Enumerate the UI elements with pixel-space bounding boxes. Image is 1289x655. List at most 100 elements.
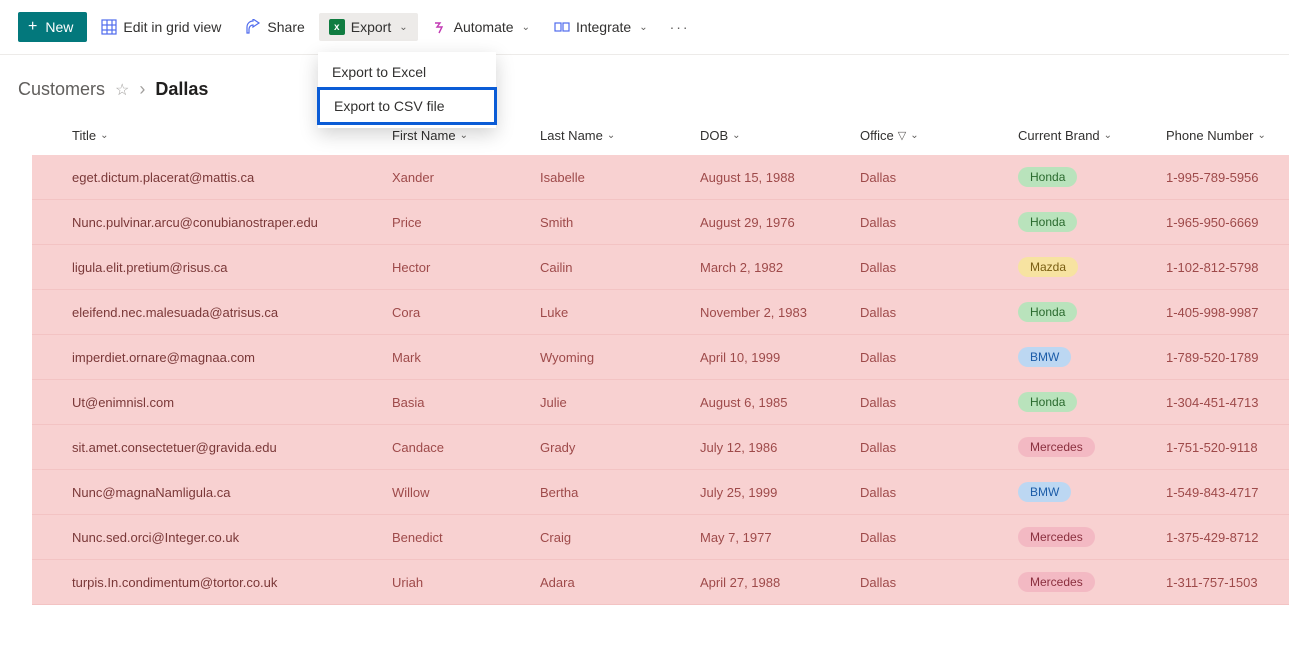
- cell-title[interactable]: Nunc.sed.orci@Integer.co.uk: [72, 530, 392, 545]
- table-row[interactable]: Ut@enimnisl.comBasiaJulieAugust 6, 1985D…: [32, 380, 1289, 425]
- breadcrumb-current: Dallas: [155, 79, 208, 100]
- table-row[interactable]: eget.dictum.placerat@mattis.caXanderIsab…: [32, 155, 1289, 200]
- brand-pill: Honda: [1018, 212, 1077, 232]
- integrate-button[interactable]: Integrate ⌄: [544, 13, 658, 41]
- cell-dob: August 6, 1985: [700, 395, 860, 410]
- chevron-down-icon: ⌄: [100, 130, 108, 141]
- cell-phone: 1-311-757-1503: [1166, 575, 1289, 590]
- cell-brand: BMW: [1018, 482, 1166, 502]
- cell-title[interactable]: imperdiet.ornare@magnaa.com: [72, 350, 392, 365]
- edit-grid-view-button[interactable]: Edit in grid view: [91, 13, 231, 41]
- cell-title[interactable]: eget.dictum.placerat@mattis.ca: [72, 170, 392, 185]
- cell-title[interactable]: sit.amet.consectetuer@gravida.edu: [72, 440, 392, 455]
- col-header-office[interactable]: Office ▽ ⌄: [860, 128, 1018, 143]
- cell-first-name: Uriah: [392, 575, 540, 590]
- col-header-first-name[interactable]: First Name⌄: [392, 128, 540, 143]
- cell-last-name: Wyoming: [540, 350, 700, 365]
- cell-brand: Honda: [1018, 302, 1166, 322]
- star-icon[interactable]: ☆: [115, 80, 129, 100]
- cell-brand: Mazda: [1018, 257, 1166, 277]
- automate-label: Automate: [454, 19, 514, 35]
- cell-phone: 1-549-843-4717: [1166, 485, 1289, 500]
- table-row[interactable]: imperdiet.ornare@magnaa.comMarkWyomingAp…: [32, 335, 1289, 380]
- cell-phone: 1-405-998-9987: [1166, 305, 1289, 320]
- table-row[interactable]: sit.amet.consectetuer@gravida.eduCandace…: [32, 425, 1289, 470]
- cell-last-name: Smith: [540, 215, 700, 230]
- brand-pill: Honda: [1018, 392, 1077, 412]
- overflow-button[interactable]: ···: [662, 19, 698, 35]
- export-to-excel-item[interactable]: Export to Excel: [318, 56, 496, 88]
- automate-button[interactable]: Automate ⌄: [422, 13, 540, 41]
- table-row[interactable]: ligula.elit.pretium@risus.caHectorCailin…: [32, 245, 1289, 290]
- cell-brand: Honda: [1018, 392, 1166, 412]
- plus-icon: +: [28, 19, 37, 35]
- share-button[interactable]: Share: [235, 13, 314, 41]
- cell-phone: 1-789-520-1789: [1166, 350, 1289, 365]
- cell-dob: July 25, 1999: [700, 485, 860, 500]
- cell-dob: April 27, 1988: [700, 575, 860, 590]
- flow-icon: [432, 19, 448, 35]
- col-header-last-name[interactable]: Last Name⌄: [540, 128, 700, 143]
- cell-brand: BMW: [1018, 347, 1166, 367]
- cell-phone: 1-304-451-4713: [1166, 395, 1289, 410]
- export-to-csv-item[interactable]: Export to CSV file: [317, 87, 497, 125]
- grid-header: Title⌄ First Name⌄ Last Name⌄ DOB⌄ Offic…: [32, 118, 1289, 155]
- cell-brand: Mercedes: [1018, 437, 1166, 457]
- chevron-down-icon: ⌄: [607, 130, 615, 141]
- table-row[interactable]: Nunc.pulvinar.arcu@conubianostraper.eduP…: [32, 200, 1289, 245]
- cell-title[interactable]: Nunc@magnaNamligula.ca: [72, 485, 392, 500]
- cell-phone: 1-102-812-5798: [1166, 260, 1289, 275]
- col-header-phone[interactable]: Phone Number⌄: [1166, 128, 1289, 143]
- cell-last-name: Bertha: [540, 485, 700, 500]
- cell-office: Dallas: [860, 530, 1018, 545]
- cell-office: Dallas: [860, 395, 1018, 410]
- brand-pill: Honda: [1018, 167, 1077, 187]
- table-row[interactable]: Nunc@magnaNamligula.caWillowBerthaJuly 2…: [32, 470, 1289, 515]
- brand-pill: Mazda: [1018, 257, 1078, 277]
- export-label: Export: [351, 19, 391, 35]
- cell-office: Dallas: [860, 305, 1018, 320]
- share-label: Share: [267, 19, 304, 35]
- edit-grid-label: Edit in grid view: [123, 19, 221, 35]
- table-row[interactable]: turpis.In.condimentum@tortor.co.ukUriah A…: [32, 560, 1289, 605]
- cell-brand: Mercedes: [1018, 572, 1166, 592]
- integrate-icon: [554, 19, 570, 35]
- cell-dob: November 2, 1983: [700, 305, 860, 320]
- col-header-title[interactable]: Title⌄: [72, 128, 392, 143]
- cell-phone: 1-751-520-9118: [1166, 440, 1289, 455]
- table-row[interactable]: eleifend.nec.malesuada@atrisus.caCoraLuk…: [32, 290, 1289, 335]
- col-header-brand[interactable]: Current Brand⌄: [1018, 128, 1166, 143]
- cell-title[interactable]: Nunc.pulvinar.arcu@conubianostraper.edu: [72, 215, 392, 230]
- brand-pill: BMW: [1018, 347, 1071, 367]
- excel-icon: x: [329, 19, 345, 35]
- cell-brand: Honda: [1018, 167, 1166, 187]
- cell-dob: August 15, 1988: [700, 170, 860, 185]
- brand-pill: BMW: [1018, 482, 1071, 502]
- export-button[interactable]: x Export ⌄: [319, 13, 418, 41]
- cell-title[interactable]: Ut@enimnisl.com: [72, 395, 392, 410]
- chevron-down-icon: ⌄: [460, 130, 468, 141]
- new-button[interactable]: + New: [18, 12, 87, 42]
- cell-office: Dallas: [860, 440, 1018, 455]
- cell-title[interactable]: turpis.In.condimentum@tortor.co.uk: [72, 575, 392, 590]
- cell-office: Dallas: [860, 260, 1018, 275]
- cell-last-name: Luke: [540, 305, 700, 320]
- table-row[interactable]: Nunc.sed.orci@Integer.co.ukBenedictCraig…: [32, 515, 1289, 560]
- cell-title[interactable]: eleifend.nec.malesuada@atrisus.ca: [72, 305, 392, 320]
- cell-title[interactable]: ligula.elit.pretium@risus.ca: [72, 260, 392, 275]
- cell-phone: 1-375-429-8712: [1166, 530, 1289, 545]
- breadcrumb: Customers ☆ › Dallas: [0, 55, 1289, 118]
- chevron-down-icon: ⌄: [399, 22, 407, 33]
- export-to-csv-label: Export to CSV file: [334, 98, 445, 114]
- cell-first-name: Benedict: [392, 530, 540, 545]
- chevron-down-icon: ⌄: [1104, 130, 1112, 141]
- breadcrumb-root[interactable]: Customers: [18, 79, 105, 100]
- cell-first-name: Willow: [392, 485, 540, 500]
- cell-phone: 1-995-789-5956: [1166, 170, 1289, 185]
- cell-dob: March 2, 1982: [700, 260, 860, 275]
- col-header-dob[interactable]: DOB⌄: [700, 128, 860, 143]
- chevron-down-icon: ⌄: [1257, 130, 1265, 141]
- cell-last-name: Isabelle: [540, 170, 700, 185]
- cell-office: Dallas: [860, 215, 1018, 230]
- command-bar: + New Edit in grid view Share x Export ⌄…: [0, 0, 1289, 55]
